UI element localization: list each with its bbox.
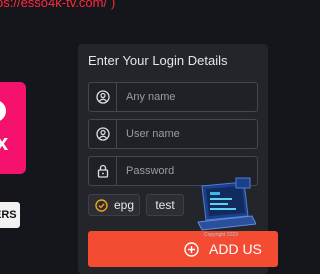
- lock-icon: [89, 157, 117, 185]
- add-user-label: ADD US: [209, 241, 262, 257]
- check-circle-icon: [95, 198, 108, 212]
- side-chip-label: ERS: [0, 209, 17, 221]
- url-banner: ps://esso4k-tv.com/): [0, 0, 115, 10]
- test-button[interactable]: test: [146, 194, 184, 216]
- epg-checkbox[interactable]: epg: [88, 194, 140, 216]
- username-input[interactable]: [117, 127, 257, 141]
- add-user-button[interactable]: ADD US: [88, 231, 278, 267]
- app-logo-tile: x: [0, 82, 26, 174]
- watermark-text: Copyright 2023: [204, 232, 238, 238]
- plus-circle-icon: [184, 241, 199, 257]
- url-text: ps://esso4k-tv.com/: [0, 0, 108, 10]
- logo-x-icon: x: [0, 130, 9, 155]
- side-chip[interactable]: ERS: [0, 202, 20, 228]
- username-field[interactable]: [88, 119, 258, 149]
- login-panel: Enter Your Login Details epg test ADD US: [78, 44, 278, 274]
- any-name-input[interactable]: [117, 90, 257, 104]
- epg-label: epg: [114, 198, 135, 212]
- laptop-watermark-icon: [197, 177, 256, 231]
- logo-circle-icon: [0, 100, 6, 122]
- url-close-paren: ): [111, 0, 116, 10]
- user-circle-icon: [89, 83, 117, 111]
- test-label: test: [155, 198, 175, 212]
- any-name-field[interactable]: [88, 82, 258, 112]
- user-circle-icon: [89, 120, 117, 148]
- login-title: Enter Your Login Details: [88, 53, 228, 68]
